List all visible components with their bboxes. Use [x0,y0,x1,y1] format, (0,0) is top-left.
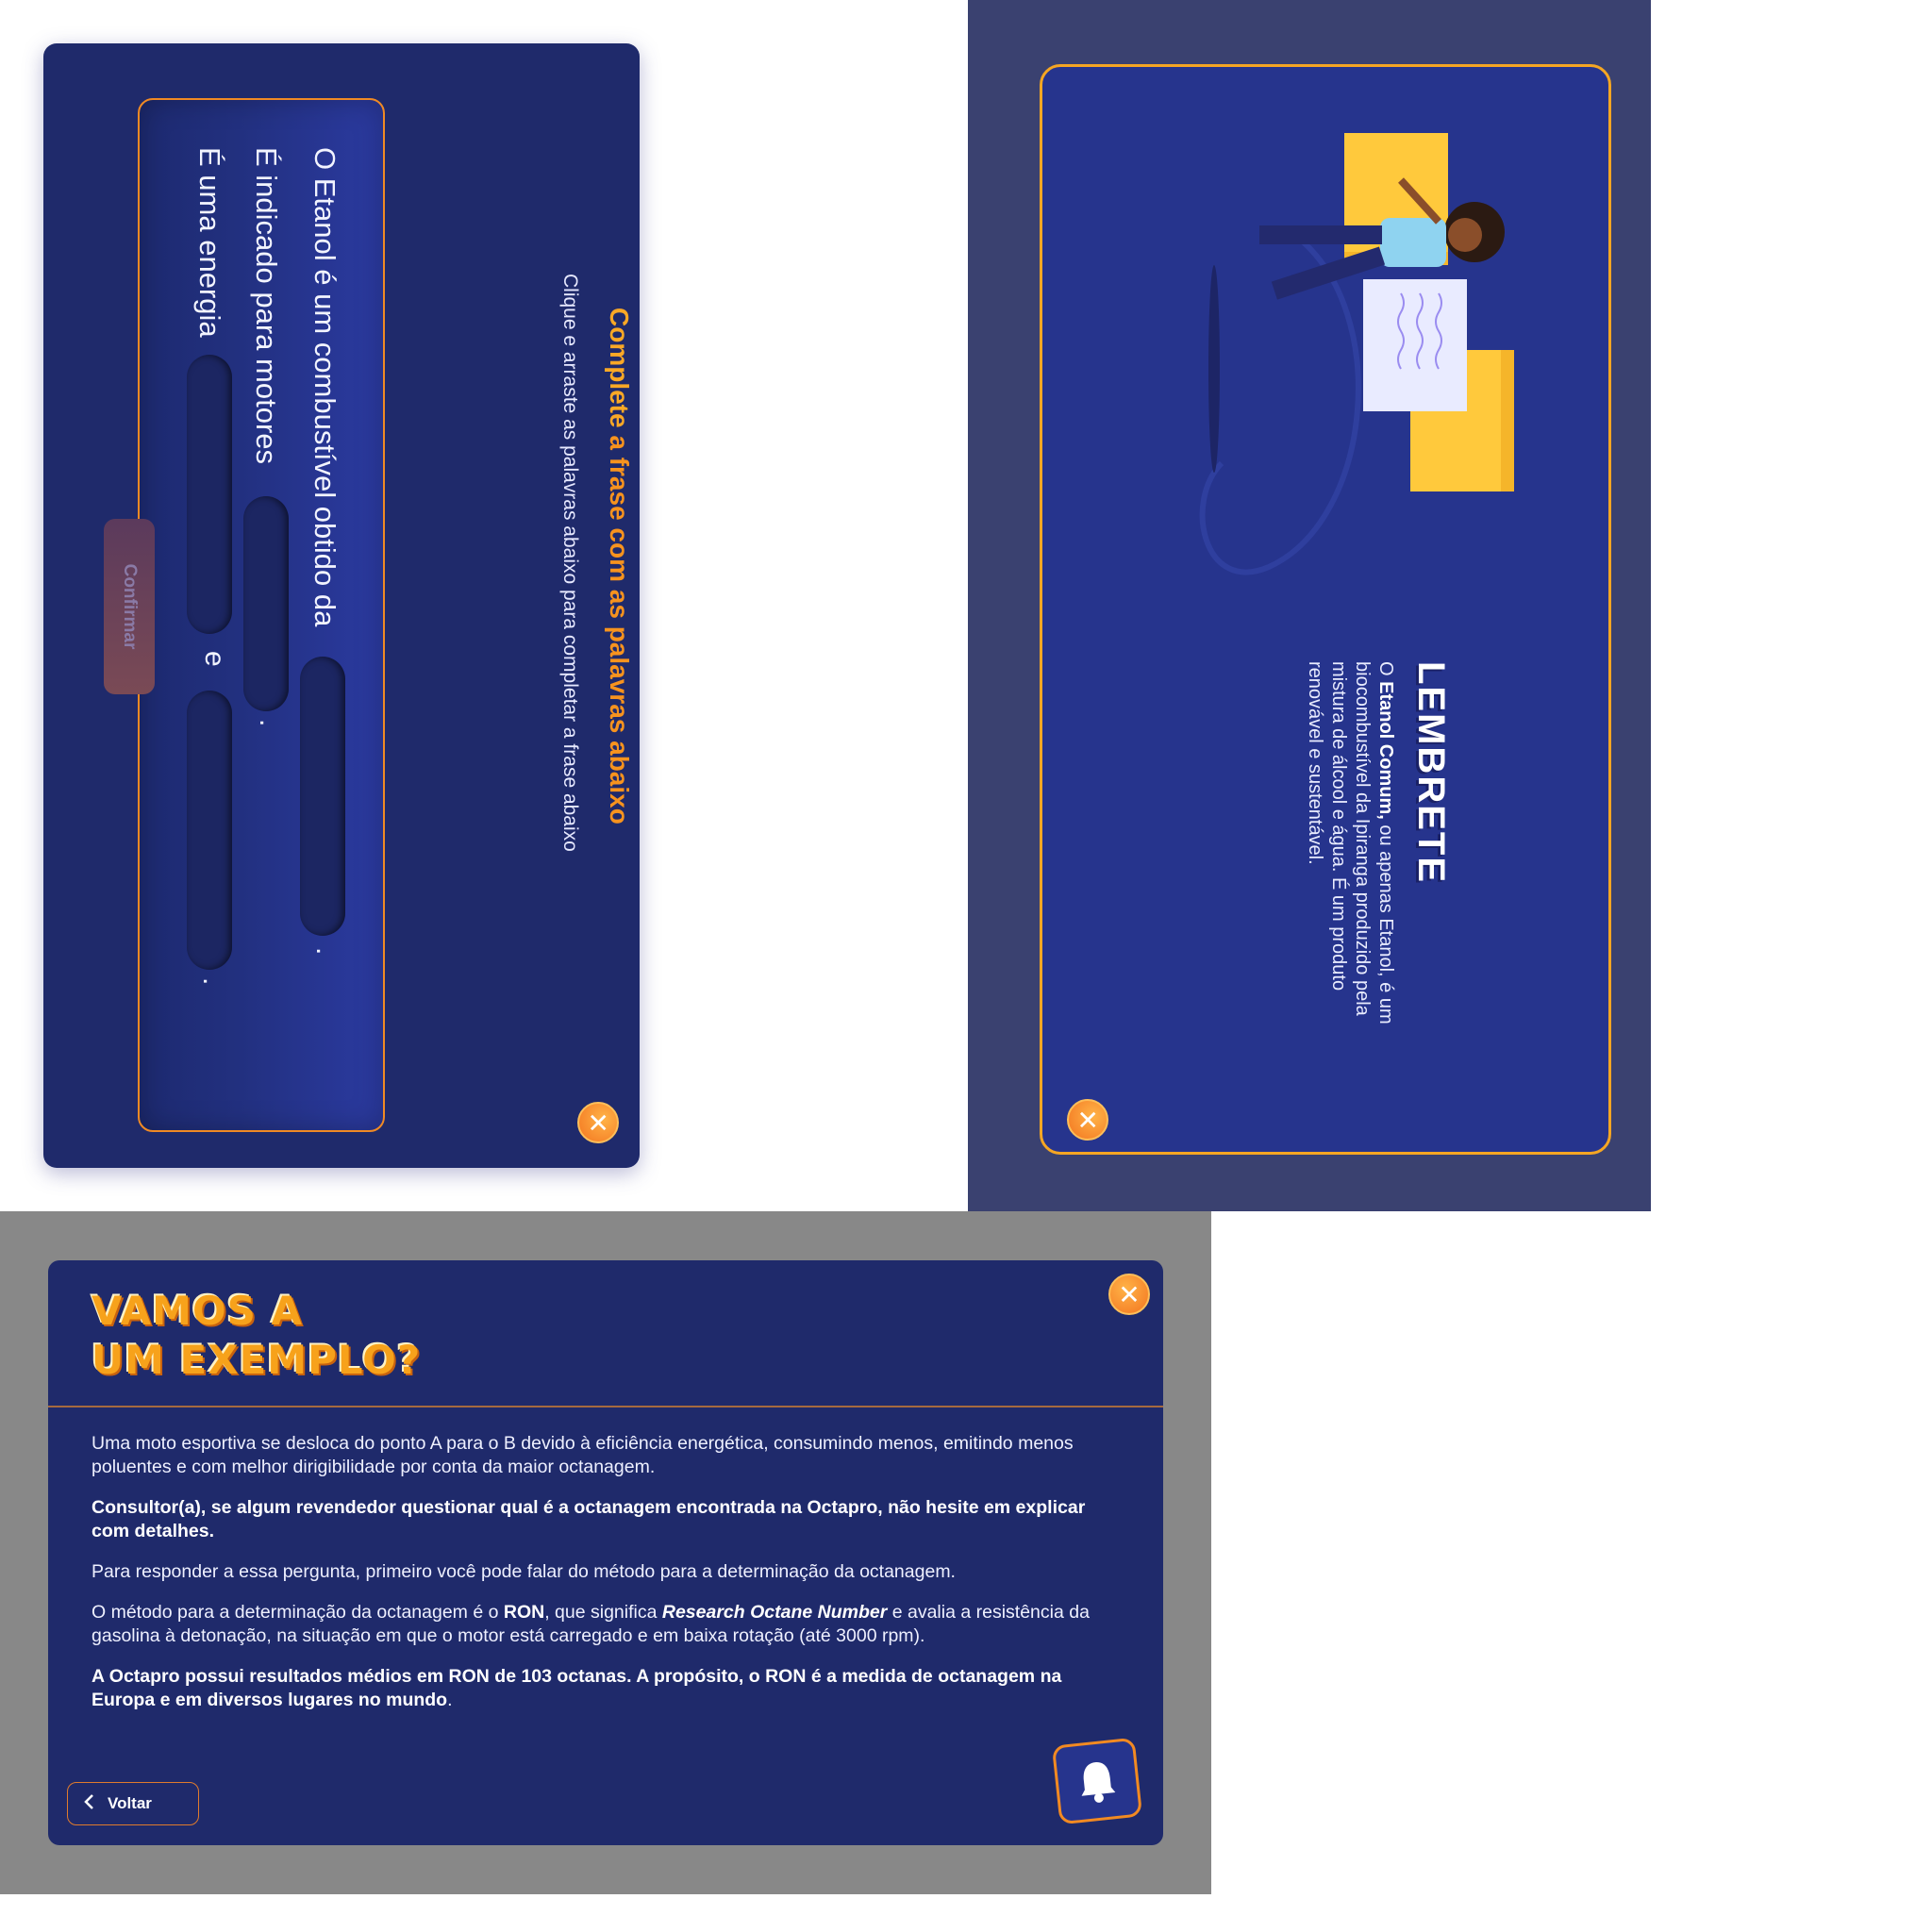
example-panel: VAMOS A UM EXEMPLO? ✕ Uma moto esportiva… [48,1260,1163,1845]
sentence-line-2: É indicado para motores [250,147,283,465]
reminder-card: LEMBRETE O Etanol Comum, ou apenas Etano… [1040,64,1611,1155]
example-paragraph-5: A Octapro possui resultados médios em RO… [92,1666,1062,1710]
sentence-1-period: . [310,947,341,956]
p4-part-a: O método para a determinação da octanage… [92,1602,499,1623]
reminder-text: O Etanol Comum, ou apenas Etanol, é um b… [1303,661,1397,1076]
example-paragraph-1: Uma moto esportiva se desloca do ponto A… [92,1433,1074,1477]
fill-blank-content: Complete a frase com as palavras abaixo … [43,43,640,1168]
sentence-line-3: É uma energia [193,147,226,338]
bell-icon[interactable] [1051,1737,1143,1825]
example-paragraph-4: O método para a determinação da octanage… [92,1601,1120,1648]
example-body: Uma moto esportiva se desloca do ponto A… [92,1432,1120,1729]
title-divider [48,1406,1163,1407]
fill-blank-subtitle: Clique e arraste as palavras abaixo para… [559,274,581,852]
fill-blank-panel: Complete a frase com as palavras abaixo … [43,43,640,1168]
example-paragraph-2: Consultor(a), se algum revendedor questi… [92,1497,1086,1541]
close-icon[interactable]: ✕ [1067,1099,1108,1141]
confirm-button[interactable]: Confirmar [104,519,155,694]
back-button-label: Voltar [108,1794,152,1812]
reminder-content: LEMBRETE O Etanol Comum, ou apenas Etano… [968,0,1651,1211]
blank-slot-2[interactable] [243,496,289,711]
close-icon[interactable]: ✕ [577,1102,619,1143]
fill-blank-title: Complete a frase com as palavras abaixo [604,308,634,824]
example-paragraph-3: Para responder a essa pergunta, primeiro… [92,1561,956,1582]
example-title: VAMOS A UM EXEMPLO? [92,1287,421,1385]
sentence-3-period: . [197,977,228,986]
blank-slot-4[interactable] [187,691,232,970]
fill-blank-title-word: Complete [605,308,634,428]
sentence-line-1: O Etanol é um combustível obtido da [308,147,341,627]
close-icon[interactable]: ✕ [1108,1274,1150,1315]
p4-term: Research Octane Number [661,1602,888,1623]
reminder-illustration [1199,133,1514,575]
p4-part-b: , que significa [544,1602,658,1623]
sentence-2-period: . [254,719,285,727]
sentence-frame: O Etanol é um combustível obtido da . É … [138,98,385,1132]
blank-slot-1[interactable] [300,657,345,936]
reminder-overlay: LEMBRETE O Etanol Comum, ou apenas Etano… [968,0,1651,1211]
sentence-3-and: e [199,651,230,667]
chevron-left-icon [83,1793,94,1815]
fill-blank-title-rest: a frase com as palavras abaixo [605,435,634,824]
reminder-title: LEMBRETE [1410,661,1452,884]
reminder-bold-term: Etanol Comum, [1375,681,1396,820]
reminder-text-pre: O [1375,661,1396,676]
p4-ron: RON [503,1602,545,1623]
example-title-line-2: UM EXEMPLO? [92,1337,422,1383]
example-title-line-1: VAMOS A [92,1288,304,1334]
back-button[interactable]: Voltar [67,1782,199,1825]
blank-slot-3[interactable] [187,355,232,634]
p5-end: . [447,1690,453,1710]
